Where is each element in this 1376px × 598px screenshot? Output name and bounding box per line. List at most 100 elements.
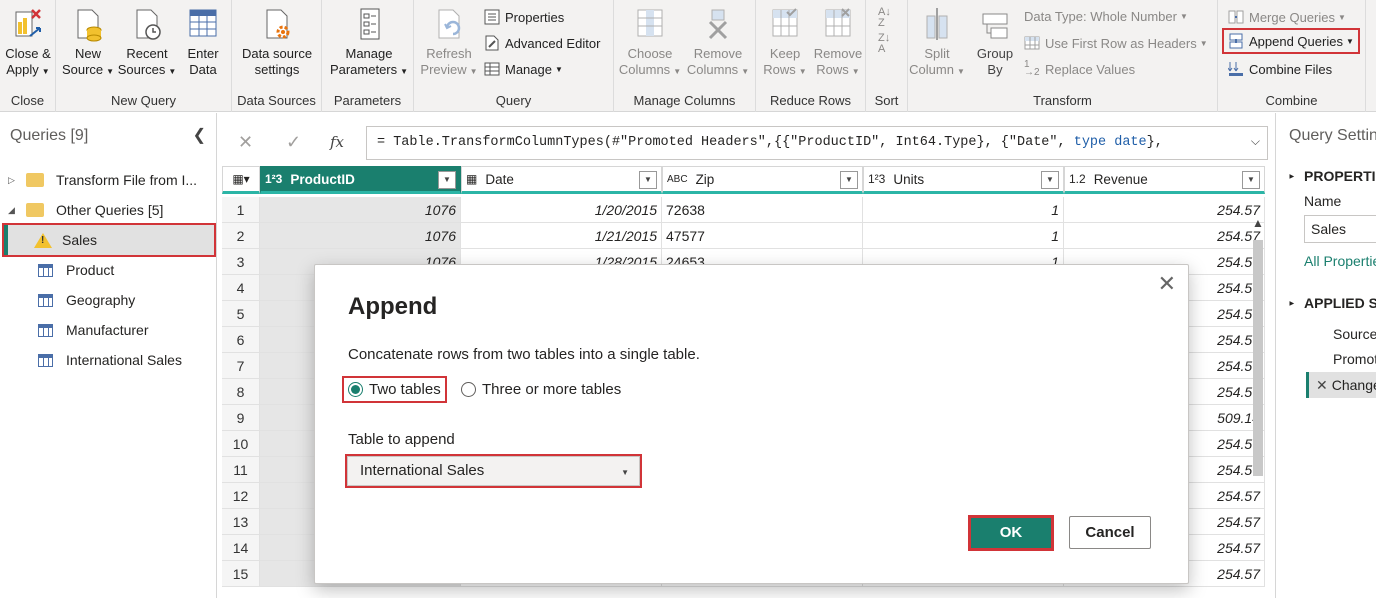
use-first-row-as-headers-button[interactable]: Use First Row as Headers ▼ <box>1024 35 1208 51</box>
table-cell[interactable]: 254.57 <box>1064 223 1265 249</box>
row-number[interactable]: 3 <box>222 249 260 275</box>
row-number[interactable]: 1 <box>222 197 260 223</box>
expand-formula-icon[interactable]: ⌵ <box>1251 134 1260 149</box>
data-type-dropdown[interactable]: Data Type: Whole Number ▼ <box>1024 9 1188 24</box>
table-cell[interactable]: 1/20/2015 <box>461 197 662 223</box>
close-apply-button[interactable]: Close & Apply ▼ <box>0 6 56 80</box>
column-header-productid[interactable]: 1²3 ProductID ▼ <box>260 166 461 194</box>
date-type-icon[interactable]: ▦ <box>466 172 477 186</box>
row-number[interactable]: 10 <box>222 431 260 457</box>
filter-dropdown-icon[interactable]: ▼ <box>438 171 456 189</box>
recent-sources-button[interactable]: Recent Sources ▼ <box>118 6 176 80</box>
row-number[interactable]: 5 <box>222 301 260 327</box>
table-cell[interactable]: 1076 <box>260 197 461 223</box>
append-queries-button[interactable]: Append Queries ▼ <box>1222 28 1360 54</box>
row-number[interactable]: 9 <box>222 405 260 431</box>
column-header-date[interactable]: ▦ Date ▼ <box>461 166 662 194</box>
scrollbar-thumb[interactable] <box>1253 240 1263 476</box>
choose-columns-button[interactable]: Choose Columns ▼ <box>618 6 682 80</box>
cancel-button[interactable]: Cancel <box>1069 516 1151 549</box>
row-number[interactable]: 12 <box>222 483 260 509</box>
filter-dropdown-icon[interactable]: ▼ <box>1041 171 1059 189</box>
remove-rows-button[interactable]: Remove Rows ▼ <box>812 6 864 80</box>
query-name-input[interactable]: Sales <box>1304 215 1376 243</box>
remove-columns-button[interactable]: Remove Columns ▼ <box>684 6 752 80</box>
delete-step-icon[interactable]: ✕ <box>1316 377 1328 393</box>
table-cell[interactable]: 1076 <box>260 223 461 249</box>
query-item-manufacturer[interactable]: Manufacturer <box>0 315 216 345</box>
ok-button[interactable]: OK <box>968 515 1054 551</box>
advanced-editor-button[interactable]: Advanced Editor <box>484 35 600 51</box>
query-folder-other-queries[interactable]: ◢ Other Queries [5] <box>0 195 216 225</box>
table-cell[interactable]: 47577 <box>662 223 863 249</box>
properties-button[interactable]: Properties <box>484 9 564 25</box>
confirm-formula-icon[interactable]: ✓ <box>286 132 301 153</box>
three-or-more-tables-radio[interactable]: Three or more tables <box>457 378 625 401</box>
query-folder-transform-file[interactable]: ▷ Transform File from I... <box>0 165 216 195</box>
row-number[interactable]: 13 <box>222 509 260 535</box>
query-item-international-sales[interactable]: International Sales <box>0 345 216 375</box>
enter-data-button[interactable]: Enter Data <box>178 6 228 78</box>
row-number[interactable]: 4 <box>222 275 260 301</box>
row-number[interactable]: 15 <box>222 561 260 587</box>
table-cell[interactable]: 254.57 <box>1064 197 1265 223</box>
combine-files-button[interactable]: Combine Files <box>1228 61 1332 77</box>
row-number[interactable]: 2 <box>222 223 260 249</box>
replace-values-label: Replace Values <box>1045 61 1136 77</box>
query-item-sales[interactable]: ! Sales <box>2 223 216 257</box>
applied-step-promoted-headers[interactable]: Promoted Headers <box>1306 346 1376 372</box>
row-number[interactable]: 14 <box>222 535 260 561</box>
split-column-button[interactable]: Split Column ▼ <box>909 6 965 80</box>
row-number[interactable]: 6 <box>222 327 260 353</box>
column-header-zip[interactable]: ABC Zip ▼ <box>662 166 863 194</box>
ribbon-group-manage-columns: Choose Columns ▼ Remove Columns ▼ Manage C… <box>614 0 756 112</box>
query-item-product[interactable]: Product <box>0 255 216 285</box>
two-tables-radio[interactable]: Two tables <box>342 376 447 403</box>
row-number[interactable]: 8 <box>222 379 260 405</box>
group-by-button[interactable]: Group By <box>968 6 1022 78</box>
keep-rows-button[interactable]: Keep Rows ▼ <box>760 6 810 80</box>
table-menu-button[interactable]: ▦▾ <box>222 166 260 194</box>
refresh-preview-button[interactable]: Refresh Preview ▼ <box>420 6 478 80</box>
applied-step-changed-type[interactable]: ✕Changed Type <box>1306 372 1376 398</box>
manage-button[interactable]: Manage ▼ <box>484 61 563 77</box>
text-type-icon[interactable]: ABC <box>667 174 688 185</box>
filter-dropdown-icon[interactable]: ▼ <box>639 171 657 189</box>
applied-step-source[interactable]: Source <box>1306 321 1376 347</box>
all-properties-link[interactable]: All Properties <box>1304 253 1376 269</box>
chevron-right-icon[interactable]: ▷ <box>8 175 20 186</box>
table-cell[interactable]: 1/21/2015 <box>461 223 662 249</box>
chevron-down-icon[interactable]: ◢ <box>8 205 20 216</box>
query-item-geography[interactable]: Geography <box>0 285 216 315</box>
scroll-up-icon[interactable]: ▲ <box>1252 216 1264 230</box>
cancel-formula-icon[interactable]: ✕ <box>238 132 253 153</box>
filter-dropdown-icon[interactable]: ▼ <box>840 171 858 189</box>
decimal-type-icon[interactable]: 1.2 <box>1069 172 1086 186</box>
query-item-label: Geography <box>66 292 136 308</box>
data-source-settings-button[interactable]: Data source settings <box>236 6 318 78</box>
table-cell[interactable]: 72638 <box>662 197 863 223</box>
row-number[interactable]: 7 <box>222 353 260 379</box>
replace-values-button[interactable]: 1 →2 Replace Values <box>1024 60 1136 78</box>
new-source-button[interactable]: New Source ▼ <box>60 6 116 80</box>
table-cell[interactable]: 1 <box>863 197 1064 223</box>
formula-input[interactable]: = Table.TransformColumnTypes(#"Promoted … <box>366 126 1268 160</box>
number-type-icon[interactable]: 1²3 <box>868 172 885 186</box>
column-header-revenue[interactable]: 1.2 Revenue ▼ <box>1064 166 1265 194</box>
manage-parameters-button[interactable]: Manage Parameters ▼ <box>326 6 412 80</box>
fx-icon[interactable]: fx <box>330 133 344 151</box>
close-icon[interactable]: ✕ <box>1158 271 1176 297</box>
table-to-append-select[interactable]: International Sales ▼ <box>345 454 642 488</box>
collapse-pane-icon[interactable]: ❮ <box>193 125 206 145</box>
number-type-icon[interactable]: 1²3 <box>265 172 282 186</box>
row-number[interactable]: 11 <box>222 457 260 483</box>
filter-dropdown-icon[interactable]: ▼ <box>1242 171 1260 189</box>
merge-queries-button[interactable]: Merge Queries ▼ <box>1228 9 1346 25</box>
table-cell[interactable]: 1 <box>863 223 1064 249</box>
sort-descending-button[interactable]: Z↓ A <box>878 33 890 55</box>
properties-section-header[interactable]: PROPERTIES <box>1304 168 1376 184</box>
column-header-units[interactable]: 1²3 Units ▼ <box>863 166 1064 194</box>
applied-steps-section-header[interactable]: APPLIED STEPS <box>1304 295 1376 311</box>
vertical-scrollbar[interactable]: ▲ <box>1250 212 1267 598</box>
sort-ascending-button[interactable]: A↓ Z <box>878 7 891 29</box>
